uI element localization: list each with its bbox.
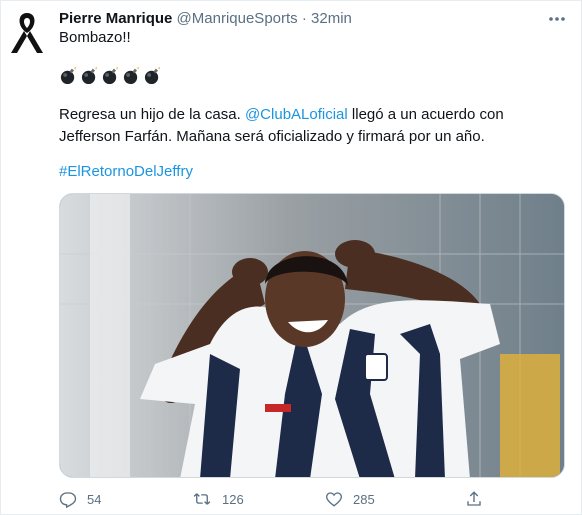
bomb-icon — [60, 66, 77, 85]
reply-button[interactable]: 54 — [59, 487, 101, 511]
tweet-card[interactable]: Pierre Manrique @ManriqueSports · 32min … — [0, 0, 582, 515]
reply-count: 54 — [87, 491, 102, 507]
photo-illustration — [60, 194, 564, 477]
bomb-icon — [144, 66, 161, 85]
like-button[interactable]: 285 — [325, 487, 375, 511]
body-text: Regresa un hijo de la casa. — [59, 106, 245, 123]
bomb-icon — [81, 66, 98, 85]
tweet-text-line1: Bombazo!! — [59, 29, 131, 46]
reply-icon — [59, 492, 77, 508]
heart-icon — [326, 492, 342, 507]
retweet-icon — [193, 493, 211, 505]
retweet-count: 126 — [222, 491, 244, 507]
retweet-button[interactable]: 126 — [192, 487, 244, 511]
separator-dot: · — [301, 10, 307, 27]
bomb-icon — [102, 66, 119, 85]
tweet-actions: 54 126 285 — [59, 487, 489, 511]
hashtag-line: #ElRetornoDelJeffry — [59, 161, 569, 183]
tweet-header: Pierre Manrique @ManriqueSports · 32min — [59, 9, 352, 29]
author-name[interactable]: Pierre Manrique — [59, 10, 172, 27]
mourning-ribbon-icon — [11, 13, 43, 53]
bomb-icon — [123, 66, 140, 85]
hashtag-link[interactable]: #ElRetornoDelJeffry — [59, 163, 193, 180]
tweet-photo[interactable] — [59, 193, 565, 478]
author-handle[interactable]: @ManriqueSports — [177, 10, 298, 27]
bomb-emoji-row — [59, 66, 162, 88]
more-options-icon[interactable] — [547, 11, 567, 27]
tweet-body: Regresa un hijo de la casa. @ClubALofici… — [59, 104, 569, 148]
share-icon — [467, 491, 481, 506]
mention-link[interactable]: @ClubALoficial — [245, 106, 348, 123]
avatar[interactable] — [7, 9, 47, 59]
timestamp[interactable]: 32min — [311, 10, 352, 27]
share-button[interactable] — [465, 487, 483, 511]
like-count: 285 — [353, 491, 375, 507]
